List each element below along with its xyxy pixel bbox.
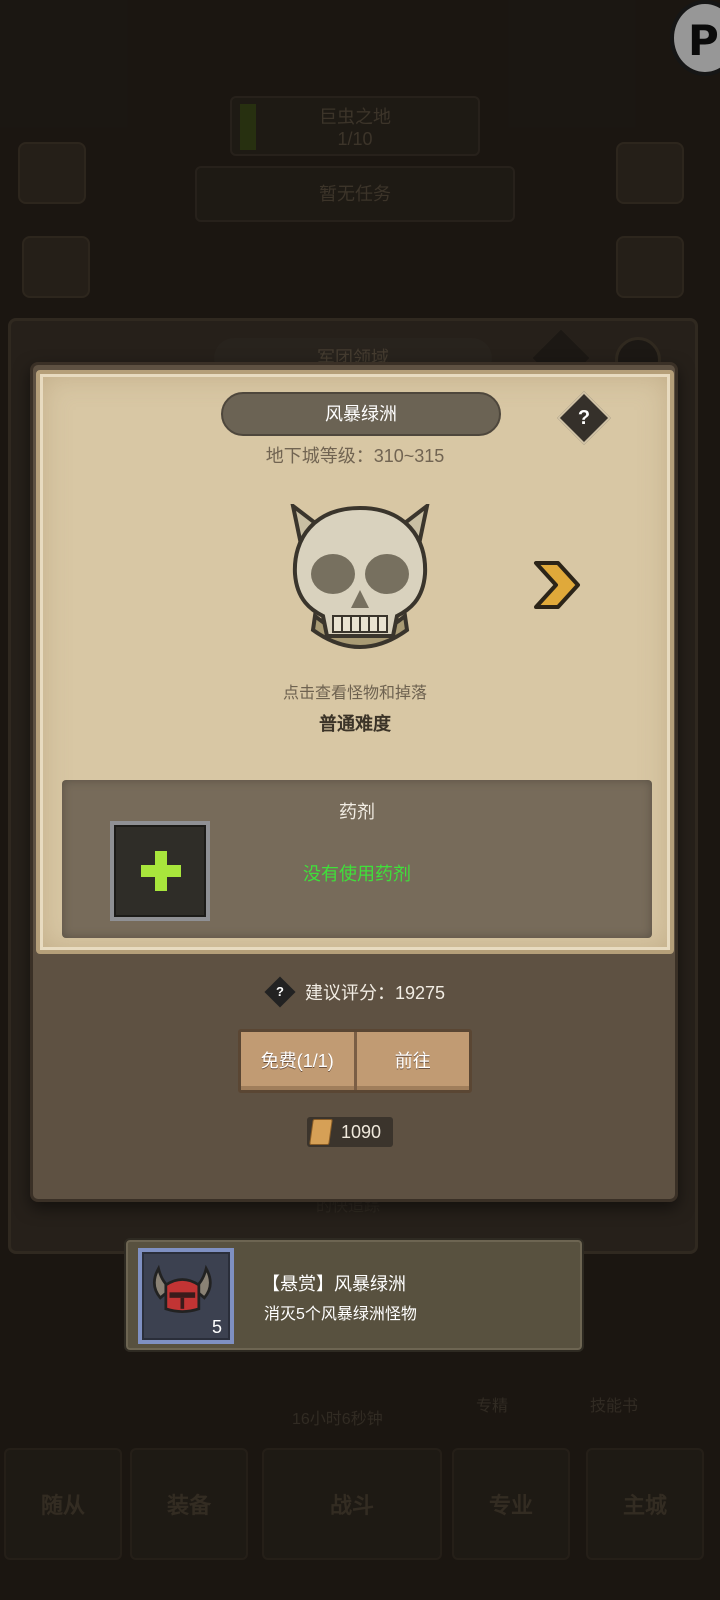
recommended-score: ? 建议评分：19275 (33, 976, 681, 1008)
cost-display: 1090 (307, 1117, 393, 1147)
score-help-icon[interactable]: ? (264, 976, 296, 1008)
next-arrow-icon[interactable] (530, 559, 582, 611)
bounty-banner[interactable]: 5 【悬赏】风暴绿洲 消灭5个风暴绿洲怪物 (124, 1238, 584, 1352)
region-progress-bar (240, 104, 256, 150)
region-selector: 巨虫之地 1/10 (230, 96, 480, 156)
dungeon-level: 地下城等级：310~315 (265, 446, 445, 466)
action-buttons: 免费(1/1) 前往 (238, 1029, 472, 1093)
tab-profession: 专业 (452, 1448, 570, 1560)
gear-icon (616, 142, 684, 204)
timer-label: 16小时6秒钟 (292, 1411, 383, 1428)
book-icon (18, 142, 86, 204)
difficulty-label: 普通难度 (319, 714, 391, 734)
dungeon-dialog: 风暴绿洲 ? 地下城等级：310~315 点击查看怪物和掉落 普通难度 药剂 没… (30, 362, 678, 1202)
tab-battle: 战斗 (262, 1448, 442, 1560)
tab-city: 主城 (586, 1448, 704, 1560)
dungeon-info-card: 风暴绿洲 ? 地下城等级：310~315 点击查看怪物和掉落 普通难度 药剂 没… (36, 370, 674, 954)
task-banner: 暂无任务 (195, 166, 515, 222)
score-question-mark: ? (275, 984, 284, 1000)
cost-value: 1090 (341, 1122, 382, 1142)
specialty-label: 专精 (476, 1398, 509, 1415)
scroll-icon (309, 1119, 333, 1145)
tab-equipment: 装备 (130, 1448, 248, 1560)
region-name: 巨虫之地 (319, 107, 391, 127)
score-text: 建议评分：19275 (304, 983, 446, 1003)
monster-drop-hint: 点击查看怪物和掉落 (282, 685, 427, 702)
go-button[interactable]: 前往 (353, 1032, 470, 1090)
help-button[interactable]: ? (557, 391, 611, 445)
bounty-description: 消灭5个风暴绿洲怪物 (264, 1306, 417, 1323)
region-progress: 1/10 (337, 129, 373, 149)
bounty-count: 5 (211, 1317, 222, 1337)
chest-icon (616, 236, 684, 298)
potion-section: 药剂 没有使用药剂 (62, 780, 652, 938)
bounty-item-slot: 5 (138, 1248, 234, 1344)
potion-status: 没有使用药剂 (303, 864, 411, 884)
dungeon-title: 风暴绿洲 (221, 392, 501, 436)
skull-monster-icon[interactable] (285, 504, 435, 664)
bounty-title: 【悬赏】风暴绿洲 (262, 1274, 406, 1294)
skillbook-label: 技能书 (590, 1398, 639, 1415)
tab-followers: 随从 (4, 1448, 122, 1560)
clock-icon: P (670, 0, 720, 76)
question-icon: ? (577, 407, 591, 429)
free-button[interactable]: 免费(1/1) (241, 1032, 354, 1090)
portal-icon (22, 236, 90, 298)
